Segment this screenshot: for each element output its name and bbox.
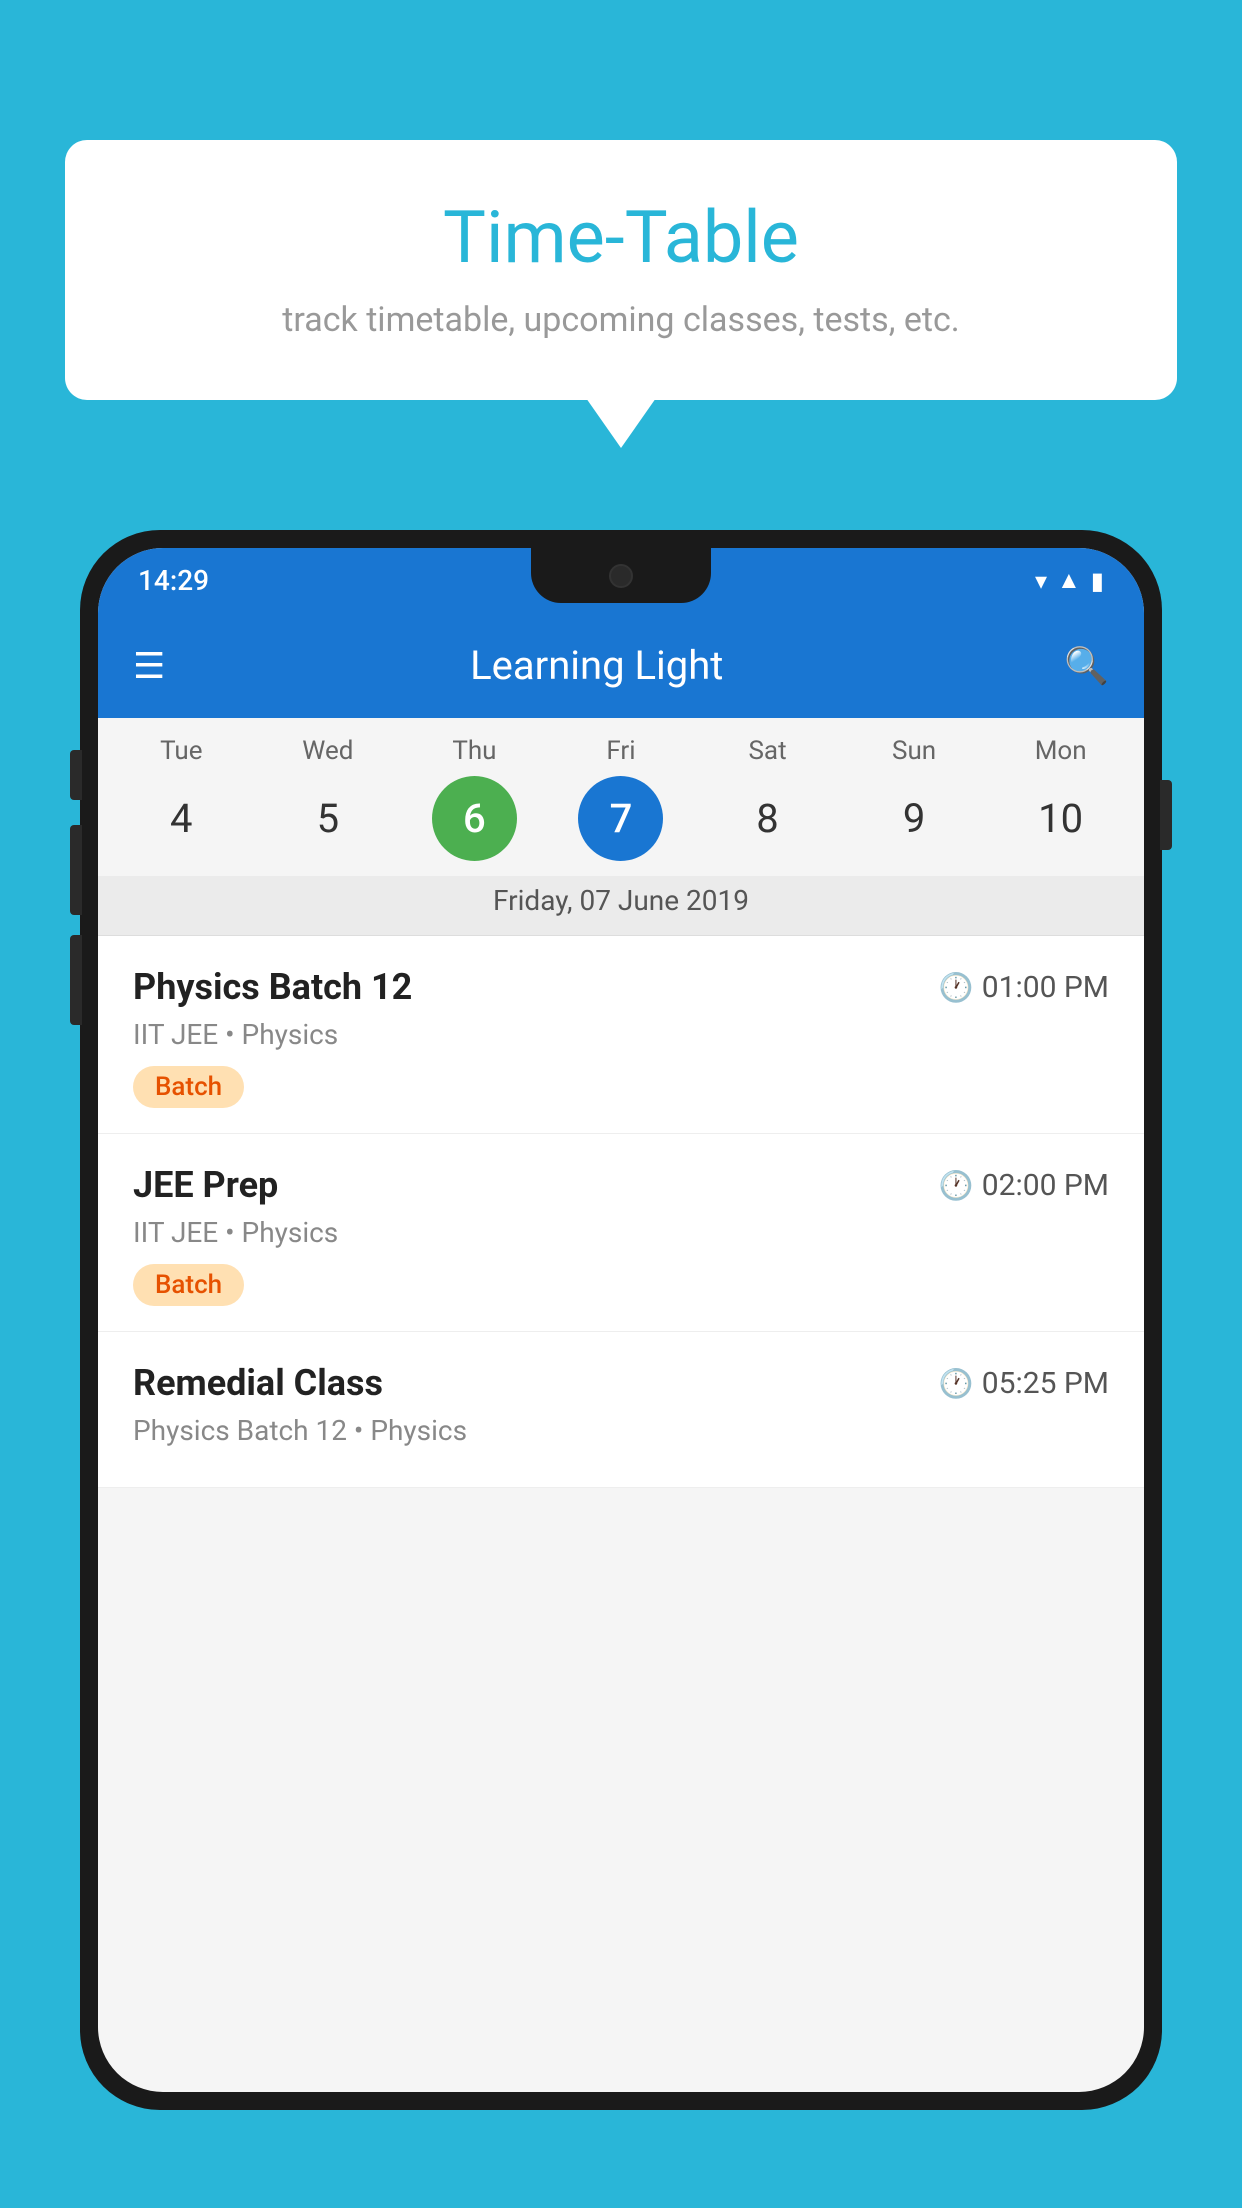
schedule-item-2-time-text: 02:00 PM xyxy=(982,1168,1109,1203)
day-name-tue: Tue xyxy=(116,736,246,766)
clock-icon-1: 🕐 xyxy=(939,971,974,1004)
schedule-item-1-header: Physics Batch 12 🕐 01:00 PM xyxy=(133,966,1109,1008)
schedule-item-1[interactable]: Physics Batch 12 🕐 01:00 PM IIT JEE • Ph… xyxy=(98,936,1144,1134)
wifi-icon: ▾ xyxy=(1035,567,1047,595)
schedule-item-2-header: JEE Prep 🕐 02:00 PM xyxy=(133,1164,1109,1206)
bubble-title: Time-Table xyxy=(125,195,1117,280)
schedule-item-1-time: 🕐 01:00 PM xyxy=(939,970,1109,1005)
schedule-list: Physics Batch 12 🕐 01:00 PM IIT JEE • Ph… xyxy=(98,936,1144,1488)
schedule-item-3[interactable]: Remedial Class 🕐 05:25 PM Physics Batch … xyxy=(98,1332,1144,1488)
clock-icon-2: 🕐 xyxy=(939,1169,974,1202)
clock-icon-3: 🕐 xyxy=(939,1367,974,1400)
schedule-item-2-time: 🕐 02:00 PM xyxy=(939,1168,1109,1203)
day-name-mon: Mon xyxy=(996,736,1126,766)
phone-screen: 14:29 ▾ ▲ ▮ ☰ Learning Light 🔍 Tue Wed T… xyxy=(98,548,1144,2092)
phone-side-btn-left-2 xyxy=(70,825,82,915)
selected-date-label: Friday, 07 June 2019 xyxy=(98,876,1144,936)
phone-outer: 14:29 ▾ ▲ ▮ ☰ Learning Light 🔍 Tue Wed T… xyxy=(80,530,1162,2110)
day-10[interactable]: 10 xyxy=(1018,776,1103,861)
calendar-header: Tue Wed Thu Fri Sat Sun Mon 4 5 6 7 8 9 … xyxy=(98,718,1144,936)
batch-badge-1: Batch xyxy=(133,1066,244,1108)
schedule-item-1-sub: IIT JEE • Physics xyxy=(133,1018,1109,1051)
speech-bubble: Time-Table track timetable, upcoming cla… xyxy=(65,140,1177,400)
app-title: Learning Light xyxy=(195,642,998,689)
schedule-item-1-time-text: 01:00 PM xyxy=(982,970,1109,1005)
day-7-selected[interactable]: 7 xyxy=(578,776,663,861)
phone-side-btn-left-3 xyxy=(70,935,82,1025)
phone-container: 14:29 ▾ ▲ ▮ ☰ Learning Light 🔍 Tue Wed T… xyxy=(80,530,1162,2208)
day-4[interactable]: 4 xyxy=(139,776,224,861)
day-6-today[interactable]: 6 xyxy=(432,776,517,861)
status-icons: ▾ ▲ ▮ xyxy=(1035,566,1104,595)
day-name-thu: Thu xyxy=(409,736,539,766)
day-5[interactable]: 5 xyxy=(285,776,370,861)
phone-side-btn-left-1 xyxy=(70,750,82,800)
phone-camera xyxy=(609,564,633,588)
day-8[interactable]: 8 xyxy=(725,776,810,861)
schedule-item-2-title: JEE Prep xyxy=(133,1164,278,1206)
app-bar: ☰ Learning Light 🔍 xyxy=(98,613,1144,718)
schedule-item-3-title: Remedial Class xyxy=(133,1362,383,1404)
day-9[interactable]: 9 xyxy=(872,776,957,861)
bubble-subtitle: track timetable, upcoming classes, tests… xyxy=(125,300,1117,340)
status-time: 14:29 xyxy=(138,564,209,597)
phone-side-btn-right xyxy=(1160,780,1172,850)
day-name-wed: Wed xyxy=(263,736,393,766)
day-names-row: Tue Wed Thu Fri Sat Sun Mon xyxy=(98,736,1144,766)
schedule-item-1-title: Physics Batch 12 xyxy=(133,966,412,1008)
speech-bubble-container: Time-Table track timetable, upcoming cla… xyxy=(65,140,1177,400)
signal-icon: ▲ xyxy=(1057,566,1081,595)
phone-notch xyxy=(531,548,711,603)
schedule-item-2[interactable]: JEE Prep 🕐 02:00 PM IIT JEE • Physics Ba… xyxy=(98,1134,1144,1332)
search-icon[interactable]: 🔍 xyxy=(1064,645,1109,687)
day-numbers-row: 4 5 6 7 8 9 10 xyxy=(98,766,1144,876)
schedule-item-3-time: 🕐 05:25 PM xyxy=(939,1366,1109,1401)
hamburger-icon[interactable]: ☰ xyxy=(133,648,165,684)
batch-badge-2: Batch xyxy=(133,1264,244,1306)
schedule-item-2-sub: IIT JEE • Physics xyxy=(133,1216,1109,1249)
battery-icon: ▮ xyxy=(1091,567,1104,595)
schedule-item-3-sub: Physics Batch 12 • Physics xyxy=(133,1414,1109,1447)
day-name-sun: Sun xyxy=(849,736,979,766)
day-name-sat: Sat xyxy=(703,736,833,766)
schedule-item-3-time-text: 05:25 PM xyxy=(982,1366,1109,1401)
day-name-fri: Fri xyxy=(556,736,686,766)
schedule-item-3-header: Remedial Class 🕐 05:25 PM xyxy=(133,1362,1109,1404)
